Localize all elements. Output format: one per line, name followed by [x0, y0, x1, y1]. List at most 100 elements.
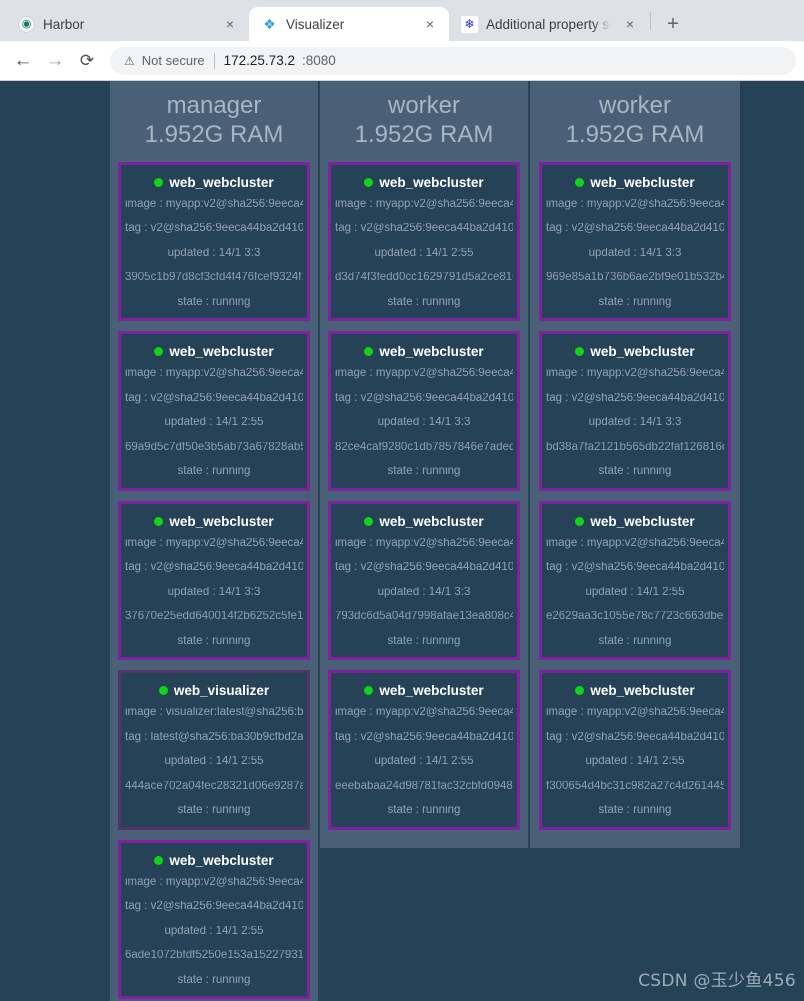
tab-additional-property-service[interactable]: ❄ Additional property service × — [449, 7, 649, 41]
task-card[interactable]: web_visualizer image : visualizer:latest@… — [118, 670, 310, 830]
status-dot-icon — [154, 177, 164, 187]
task-state: state : running — [177, 974, 251, 986]
task-updated: updated : 14/1 3:3 — [588, 417, 682, 429]
task-id: eeebabaa24d98781fac32cbfd0948ce — [335, 780, 513, 792]
task-card[interactable]: web_webclusterimage : myapp:v2@sha256:9e… — [539, 331, 731, 491]
task-image: image : myapp:v2@sha256:9eeca44b — [546, 198, 724, 210]
task-name: web_webcluster — [590, 344, 695, 360]
task-name: web_webcluster — [590, 683, 695, 699]
task-state: state : running — [598, 805, 672, 817]
task-image: image : myapp:v2@sha256:9eeca44b — [546, 368, 724, 380]
harbor-icon: ◉ — [18, 15, 35, 33]
status-dot-icon — [575, 686, 585, 696]
url-host: 172.25.73.2 — [223, 53, 295, 68]
tab-title: Visualizer — [286, 16, 345, 32]
task-card[interactable]: web_webcluster image : myapp:v2@sha256:9e… — [328, 500, 520, 661]
task-state: state : running — [177, 805, 251, 817]
url-port: :8080 — [301, 53, 336, 68]
warning-triangle-icon: ⚠ — [124, 53, 135, 68]
task-image: image : myapp:v2@sha256:9eeca44b — [335, 707, 513, 719]
task-updated: updated : 14/1 2:55 — [374, 247, 474, 259]
node-title: manager — [166, 92, 262, 119]
browser-toolbar: ← → ⟳ ⚠ Not secure 172.25.73.2 :8080 — [0, 41, 804, 81]
task-updated: updated : 14/1 3:3 — [588, 247, 682, 259]
new-tab-button[interactable]: + — [658, 9, 688, 39]
task-name: web_webcluster — [169, 513, 274, 529]
task-state: state : running — [387, 805, 461, 817]
task-name-row: web_webcluster — [364, 175, 484, 190]
status-dot-icon — [364, 686, 374, 696]
tab-harbor[interactable]: ◉ Harbor × — [6, 7, 249, 41]
tab-visualizer[interactable]: ❖ Visualizer × — [249, 7, 449, 41]
task-card[interactable]: web_webcluster image : myapp:v2@sha256:9e… — [539, 500, 731, 661]
task-tag: tag : v2@sha256:9eeca44ba2d410e5 — [335, 392, 513, 404]
close-icon[interactable]: × — [619, 13, 641, 35]
task-image: image : myapp:v2@sha256:9eeca44b — [125, 876, 303, 888]
task-name-row: web_webcluster — [575, 513, 695, 529]
status-dot-icon — [154, 347, 164, 357]
task-updated: updated : 14/1 2:55 — [164, 925, 264, 937]
task-card[interactable]: web_webcluster image : myapp:v2@sha256:9e… — [328, 161, 520, 322]
task-image: image : myapp:v2@sha256:9eeca44b — [125, 198, 303, 210]
swarm-nodes-container: manager 1.952G RAM web_webcluster image : m… — [110, 81, 744, 1001]
task-name: web_webcluster — [590, 513, 695, 529]
node-title: worker — [598, 92, 671, 119]
task-tag: tag : latest@sha256:ba30b9cfbd2a86 — [125, 731, 303, 743]
tab-title: Harbor — [43, 16, 85, 32]
task-tag: tag : v2@sha256:9eeca44ba2d410e5 — [125, 223, 303, 235]
task-state: state : running — [177, 296, 251, 308]
reload-icon[interactable]: ⟳ — [72, 46, 102, 76]
task-card[interactable]: web_webclusterimage : myapp:v2@sha256:9e… — [539, 161, 731, 322]
back-icon[interactable]: ← — [8, 46, 38, 76]
page-viewport: manager 1.952G RAM web_webcluster image : m… — [0, 81, 804, 1001]
node-ram: 1.952G RAM — [565, 121, 705, 149]
task-card[interactable]: web_webclusterimage : myapp:v2@sha256:9e… — [328, 670, 520, 830]
task-id: 793dc6d5a04d7998afae13ea808c45 — [335, 611, 513, 623]
task-card[interactable]: web_webcluster image : myapp:v2@sha256:9e… — [539, 670, 731, 830]
task-state: state : running — [598, 466, 672, 478]
task-updated: updated : 14/1 3:3 — [377, 586, 471, 598]
task-id: 82ce4caf9280c1db7857846e7adedb — [335, 441, 513, 453]
task-image: image : myapp:v2@sha256:9eeca44b — [125, 537, 303, 549]
task-name-row: web_webcluster — [575, 174, 695, 190]
task-state: state : running — [177, 635, 251, 647]
task-name-row: web_webcluster — [154, 853, 274, 868]
task-card[interactable]: web_webclusterimage : myapp:v2@sha256:9e… — [118, 161, 310, 322]
task-list: web_webclusterimage : myapp:v2@sha256:9e… — [110, 161, 318, 1001]
task-image: image : myapp:v2@sha256:9eeca44b — [125, 368, 303, 380]
status-dot-icon — [158, 686, 168, 696]
task-id: 3905c1b97d8cf3cfd4f476fcef9324f1b — [125, 272, 303, 284]
task-tag: tag : v2@sha256:9eeca44ba2d410e5 — [335, 562, 513, 574]
task-state: state : running — [387, 466, 461, 478]
task-name-row: web_webcluster — [154, 513, 274, 529]
node-ram: 1.952G RAM — [354, 121, 494, 149]
swarm-node: worker 1.952G RAM web_webcluster image : my… — [320, 81, 530, 848]
close-icon[interactable]: × — [419, 13, 441, 35]
address-bar[interactable]: ⚠ Not secure 172.25.73.2 :8080 — [110, 46, 796, 75]
security-status-label: Not secure — [141, 53, 205, 68]
task-tag: tag : v2@sha256:9eeca44ba2d410e5 — [335, 223, 513, 235]
task-name: web_webcluster — [590, 174, 695, 190]
task-state: state : running — [387, 635, 461, 647]
task-id: e2629aa3c1055e78c7723c663dbeb7 — [546, 611, 724, 623]
task-card[interactable]: web_webcluster image : myapp:v2@sha256:9e… — [328, 331, 520, 491]
node-ram: 1.952G RAM — [144, 121, 284, 149]
task-name-row: web_webcluster — [154, 174, 274, 190]
forward-icon[interactable]: → — [40, 46, 70, 76]
close-icon[interactable]: × — [219, 13, 241, 35]
task-id: 444ace702a04fec28321d06e9287a7 — [125, 780, 303, 792]
task-updated: updated : 14/1 3:3 — [167, 247, 261, 259]
task-id: f300654d4bc31c982a27c4d2614458 — [546, 780, 724, 792]
task-name: web_webcluster — [169, 344, 274, 360]
task-name-row: web_webcluster — [364, 683, 484, 698]
task-card[interactable]: web_webclusterimage : myapp:v2@sha256:9e… — [118, 331, 310, 491]
task-name: web_visualizer — [173, 683, 270, 699]
task-name: web_webcluster — [169, 174, 274, 190]
task-tag: tag : v2@sha256:9eeca44ba2d410e5 — [125, 562, 303, 574]
task-card[interactable]: web_webclusterimage : myapp:v2@sha256:9e… — [118, 500, 310, 661]
task-state: state : running — [598, 296, 672, 308]
task-card[interactable]: web_webclusterimage : myapp:v2@sha256:9e… — [118, 839, 310, 1000]
task-updated: updated : 14/1 2:55 — [164, 756, 264, 768]
task-tag: tag : v2@sha256:9eeca44ba2d410e5 — [546, 731, 724, 743]
status-dot-icon — [364, 347, 374, 357]
